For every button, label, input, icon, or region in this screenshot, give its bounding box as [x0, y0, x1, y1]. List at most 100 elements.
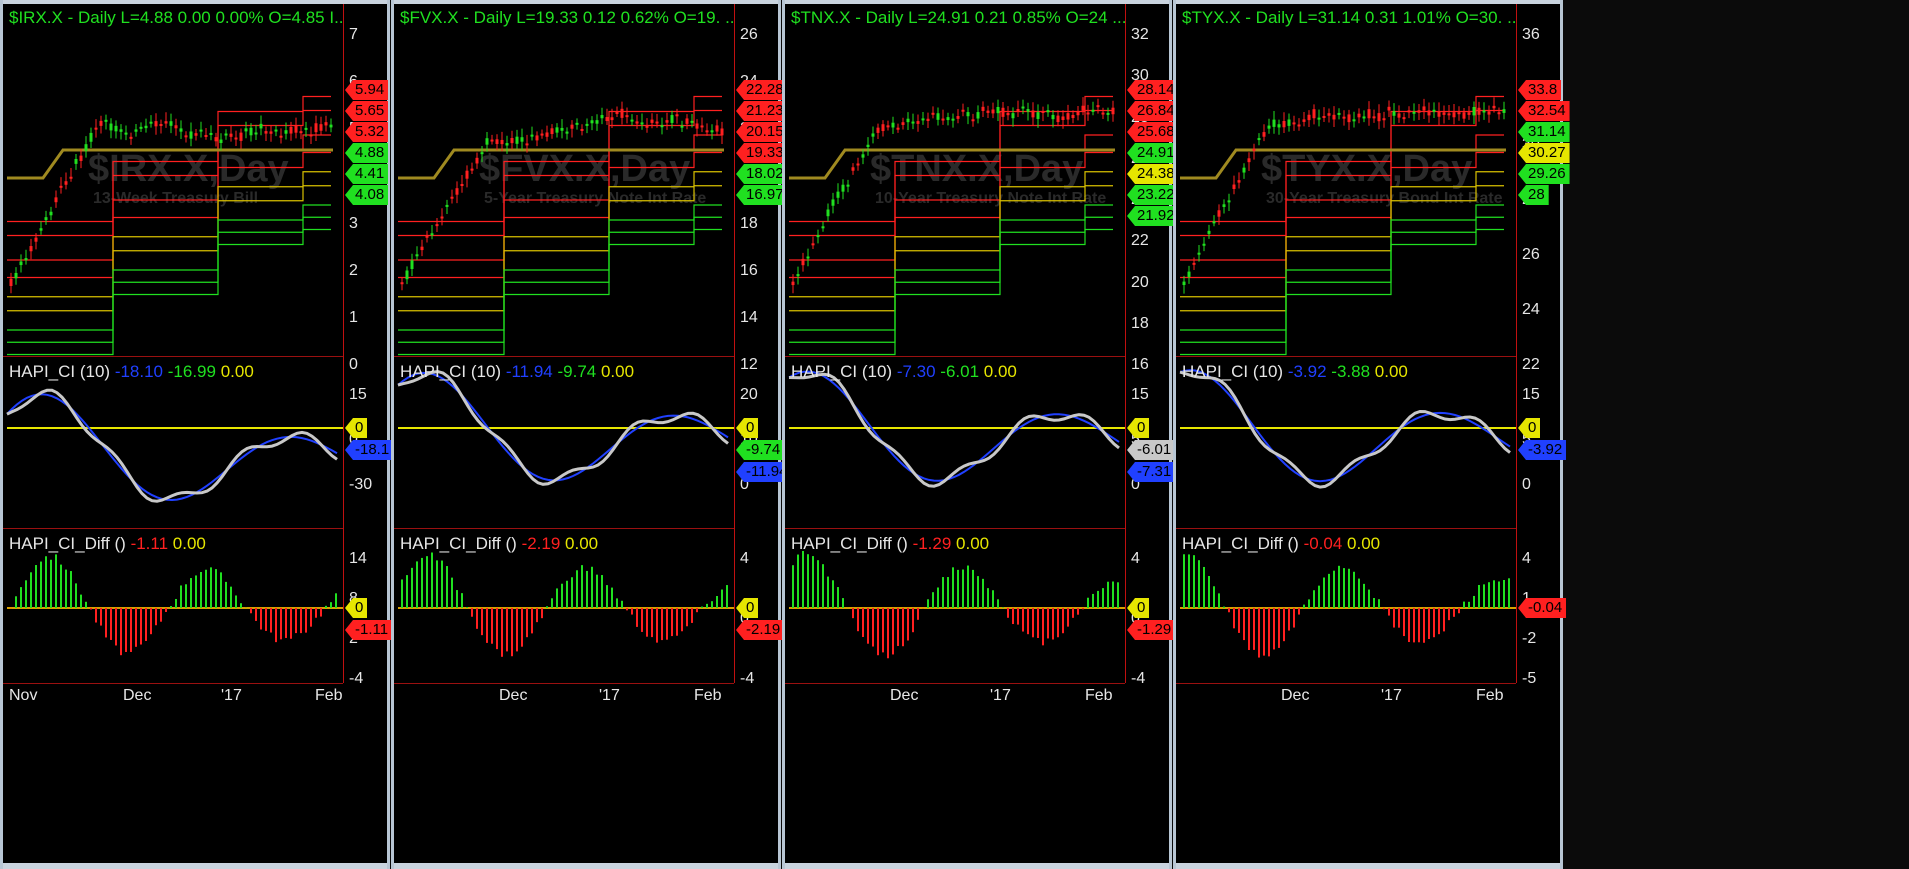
candle-body: [119, 129, 123, 132]
candle-body: [811, 243, 815, 246]
candle-body: [1312, 109, 1316, 119]
date-axis-label: Nov: [9, 687, 38, 704]
candle-body: [1392, 111, 1396, 116]
candle-body: [991, 109, 995, 114]
candle-body: [74, 158, 78, 164]
candle-body: [1187, 271, 1191, 278]
candle-body: [690, 120, 694, 123]
date-axis-label: Dec: [1281, 687, 1310, 704]
candle-body: [1347, 114, 1351, 123]
price-band-line: [1180, 228, 1504, 356]
candle-body: [1061, 116, 1065, 121]
candle-body: [194, 133, 198, 136]
candle-body: [600, 115, 604, 119]
candle-body: [440, 216, 444, 219]
candle-body: [515, 136, 519, 144]
pivot-line: [789, 148, 1115, 180]
candle-body: [565, 131, 569, 134]
candle-body: [455, 188, 459, 195]
candle-body: [520, 137, 524, 142]
candle-body: [871, 133, 875, 137]
window-bottom-border: [3, 863, 387, 869]
ci-value-zero: 0.00: [220, 362, 254, 381]
ci-value-smooth: -6.01: [940, 362, 984, 381]
ci-value-smooth: -3.88: [1331, 362, 1375, 381]
candle-body: [1051, 114, 1055, 120]
candle-body: [445, 204, 449, 207]
candle-body: [1407, 110, 1411, 113]
candle-body: [44, 217, 48, 221]
ci-title: HAPI_CI (10): [791, 362, 897, 381]
price-band-line: [1180, 109, 1504, 237]
candle-body: [841, 184, 845, 192]
candle-body: [400, 282, 404, 285]
window-bottom-border: [394, 863, 778, 869]
candle-body: [550, 128, 554, 135]
candle-body: [149, 121, 153, 124]
chart-window-fvxx[interactable]: $FVX.X,Day 5-Year Treasury Note Int Rate $…: [391, 0, 792, 869]
diff-title: HAPI_CI_Diff (): [400, 534, 522, 553]
candle-body: [189, 131, 193, 139]
candle-body: [911, 121, 915, 124]
candle-body: [1287, 119, 1291, 126]
candle-body: [304, 127, 308, 130]
date-axis-label: '17: [990, 687, 1011, 704]
candle-body: [816, 235, 820, 238]
candle-body: [610, 117, 614, 121]
date-axis-label: Feb: [1085, 687, 1113, 704]
candle-body: [1091, 109, 1095, 112]
chart-canvas[interactable]: [1176, 0, 1560, 683]
date-axis-label: Feb: [694, 687, 722, 704]
candle-body: [34, 237, 38, 242]
chart-canvas[interactable]: [394, 0, 778, 683]
candle-body: [695, 123, 699, 129]
candle-body: [1197, 252, 1201, 255]
candle-body: [976, 112, 980, 119]
date-axis-label: Dec: [499, 687, 528, 704]
ci-tick-label: 15: [349, 386, 367, 403]
candle-body: [645, 125, 649, 128]
candle-body: [640, 122, 644, 125]
candle-body: [450, 196, 454, 199]
price-band-line: [1180, 151, 1504, 279]
ci-smooth-line: [1179, 370, 1511, 489]
pane-separator: [394, 683, 734, 684]
candle-body: [801, 258, 805, 266]
candle-body: [705, 130, 709, 133]
candle-body: [826, 209, 830, 217]
chart-window-irxx[interactable]: $IRX.X,Day 13-Week Treasury Bill $IRX.X - …: [0, 0, 394, 869]
candle-body: [685, 118, 689, 124]
candle-body: [94, 127, 98, 130]
candle-body: [1457, 112, 1461, 115]
ci-raw-line: [1179, 369, 1511, 483]
candle-body: [1447, 113, 1451, 116]
pivot-line: [7, 148, 333, 180]
diff-tick-label: 4: [1522, 550, 1531, 567]
candle-body: [1262, 132, 1266, 137]
candle-body: [1252, 148, 1256, 151]
candle-body: [796, 274, 800, 277]
candle-body: [1442, 112, 1446, 115]
candle-body: [1237, 180, 1241, 183]
candle-body: [64, 181, 68, 185]
candle-body: [1422, 106, 1426, 111]
ci-tick-label: 15: [1131, 386, 1149, 403]
candle-body: [1212, 221, 1216, 224]
candle-body: [876, 127, 880, 133]
chart-window-tnxx[interactable]: $TNX.X,Day 10-Year Treasury Note Int Rate…: [782, 0, 1179, 869]
candle-body: [530, 134, 534, 137]
diff-value: -2.19: [521, 534, 566, 553]
candle-body: [289, 126, 293, 134]
candle-body: [1452, 112, 1456, 118]
price-band-line: [398, 151, 722, 279]
candle-body: [1297, 124, 1301, 127]
candle-body: [269, 131, 273, 134]
diff-pane-label: HAPI_CI_Diff () -1.11 0.00: [9, 534, 206, 554]
candle-body: [84, 144, 88, 151]
candle-body: [314, 123, 318, 133]
chart-window-tyxx[interactable]: $TYX.X,Day 30-Year Treasury Bond Int Rate…: [1173, 0, 1570, 869]
window-bottom-border: [785, 863, 1169, 869]
diff-pane-label: HAPI_CI_Diff () -2.19 0.00: [400, 534, 598, 554]
chart-canvas[interactable]: [3, 0, 387, 683]
chart-canvas[interactable]: [785, 0, 1169, 683]
